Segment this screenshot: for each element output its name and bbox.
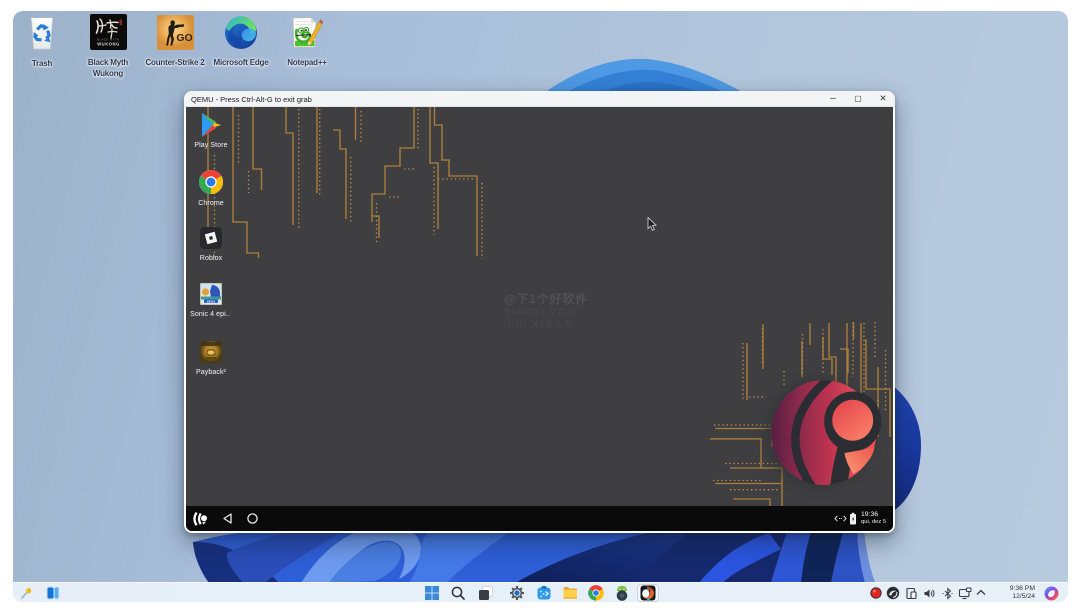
svg-text:SEGA: SEGA [207, 299, 216, 303]
svg-text:GO: GO [176, 32, 192, 44]
svg-text:WUKONG: WUKONG [97, 42, 120, 47]
